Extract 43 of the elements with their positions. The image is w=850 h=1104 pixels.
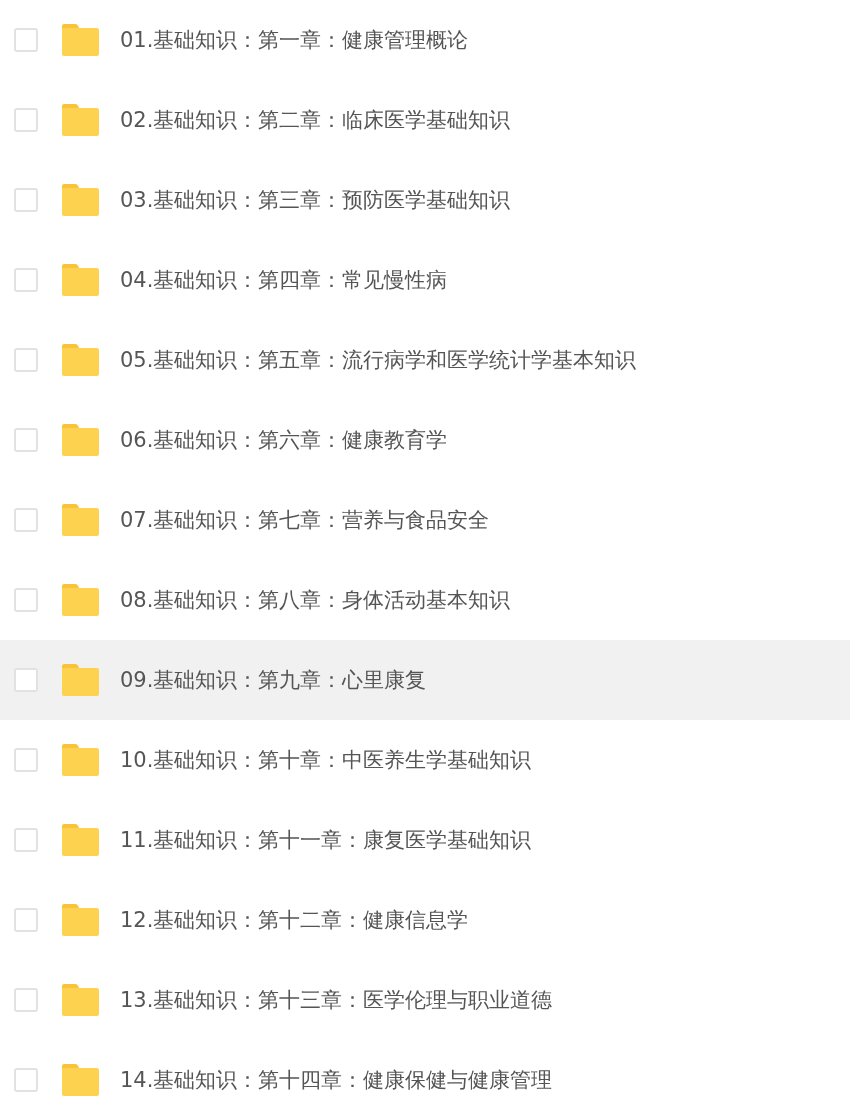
folder-icon [60,743,100,777]
checkbox[interactable] [14,508,38,532]
folder-icon [60,583,100,617]
folder-name: 03.基础知识：第三章：预防医学基础知识 [120,187,511,214]
folder-icon [60,423,100,457]
folder-name: 04.基础知识：第四章：常见慢性病 [120,267,448,294]
folder-icon [60,663,100,697]
folder-name: 05.基础知识：第五章：流行病学和医学统计学基本知识 [120,347,637,374]
folder-icon [60,1063,100,1097]
checkbox[interactable] [14,588,38,612]
folder-name: 10.基础知识：第十章：中医养生学基础知识 [120,747,532,774]
folder-icon [60,343,100,377]
checkbox[interactable] [14,668,38,692]
folder-icon [60,903,100,937]
folder-icon [60,103,100,137]
folder-name: 07.基础知识：第七章：营养与食品安全 [120,507,490,534]
checkbox[interactable] [14,268,38,292]
folder-name: 11.基础知识：第十一章：康复医学基础知识 [120,827,532,854]
folder-name: 13.基础知识：第十三章：医学伦理与职业道德 [120,987,553,1014]
checkbox[interactable] [14,988,38,1012]
folder-icon [60,263,100,297]
folder-icon [60,23,100,57]
checkbox[interactable] [14,828,38,852]
file-row[interactable]: 09.基础知识：第九章：心里康复 [0,640,850,720]
folder-name: 08.基础知识：第八章：身体活动基本知识 [120,587,511,614]
folder-icon [60,503,100,537]
folder-name: 09.基础知识：第九章：心里康复 [120,667,427,694]
checkbox[interactable] [14,1068,38,1092]
checkbox[interactable] [14,348,38,372]
folder-name: 12.基础知识：第十二章：健康信息学 [120,907,469,934]
checkbox[interactable] [14,28,38,52]
folder-name: 14.基础知识：第十四章：健康保健与健康管理 [120,1067,553,1094]
checkbox[interactable] [14,748,38,772]
folder-name: 02.基础知识：第二章：临床医学基础知识 [120,107,511,134]
checkbox[interactable] [14,108,38,132]
folder-icon [60,823,100,857]
checkbox[interactable] [14,908,38,932]
folder-name: 01.基础知识：第一章：健康管理概论 [120,27,469,54]
folder-icon [60,983,100,1017]
checkbox[interactable] [14,428,38,452]
folder-icon [60,183,100,217]
folder-name: 06.基础知识：第六章：健康教育学 [120,427,448,454]
checkbox[interactable] [14,188,38,212]
